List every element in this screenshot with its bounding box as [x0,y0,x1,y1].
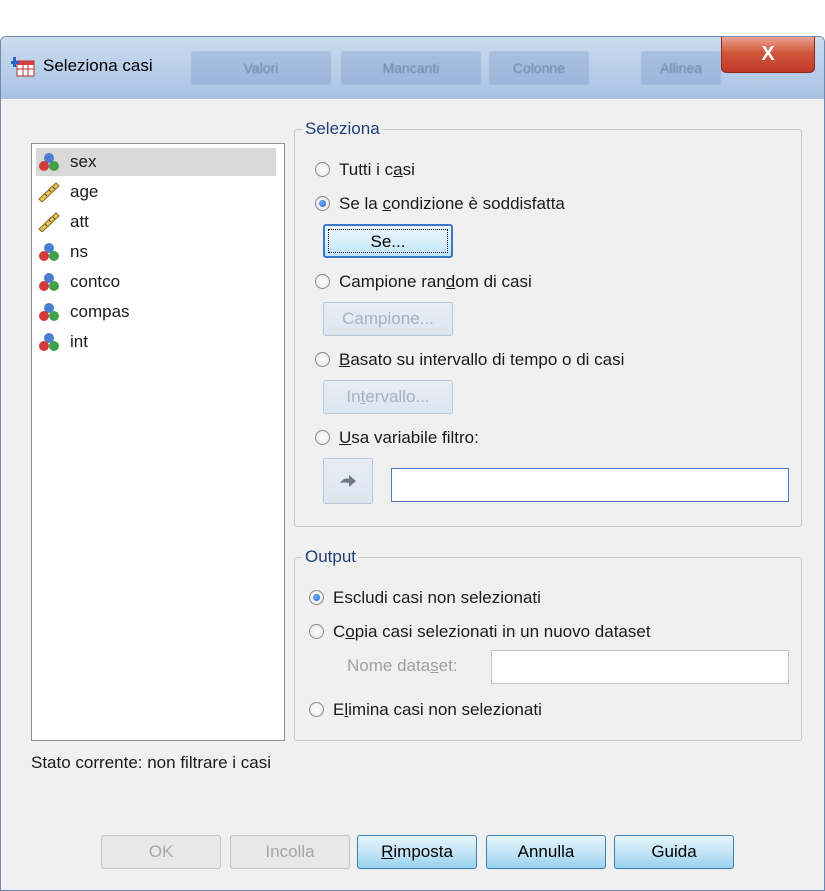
paste-button[interactable]: Incolla [230,835,350,869]
variable-item-int[interactable]: int [36,328,276,356]
variable-item-sex[interactable]: sex [36,148,276,176]
background-header-allinea: Allinea [641,51,721,85]
close-icon: X [761,43,775,65]
nominal-icon [39,273,59,291]
dialog-client: sex age att ns contco compas int Selezio… [9,99,816,889]
ok-button[interactable]: OK [101,835,221,869]
seleziona-group-title: Seleziona [303,119,382,139]
seleziona-group: Seleziona Tutti i casi Se la condizione … [294,119,802,527]
background-header-mancanti: Mancanti [341,51,481,85]
sample-button[interactable]: Campione... [323,302,453,336]
radio-time-range-label: Basato su intervallo di tempo o di casi [339,350,625,369]
variable-list[interactable]: sex age att ns contco compas int [31,143,285,741]
if-button[interactable]: Se... [323,224,453,258]
radio-random-sample-label: Campione random di casi [339,272,532,291]
variable-label: ns [70,242,88,261]
title-bar[interactable]: Valori Mancanti Colonne Allinea Selezion… [1,37,824,99]
output-group-title: Output [303,547,359,567]
variable-label: age [70,182,99,201]
radio-exclude-unselected-label: Escludi casi non selezionati [333,588,541,607]
cancel-button[interactable]: Annulla [486,835,606,869]
variable-label: att [70,212,89,231]
nominal-icon [39,303,59,321]
radio-copy-to-dataset-label: Copia casi selezionati in un nuovo datas… [333,622,651,641]
radio-copy-to-dataset-circle[interactable] [309,624,324,639]
dataset-name-label: Nome dataset: [347,656,458,675]
radio-if-condition-circle[interactable] [315,196,330,211]
radio-filter-variable-circle[interactable] [315,430,330,445]
radio-exclude-unselected-circle[interactable] [309,590,324,605]
radio-time-range-circle[interactable] [315,352,330,367]
variable-label: compas [70,302,130,321]
variable-label: sex [70,152,97,171]
ruler-icon [38,212,60,232]
status-text: Stato corrente: non filtrare i casi [31,753,272,772]
radio-random-sample-circle[interactable] [315,274,330,289]
arrow-right-icon [340,475,356,487]
dataset-name-field[interactable] [491,650,789,684]
app-table-icon [11,57,35,77]
reset-button[interactable]: Rimposta [357,835,477,869]
variable-label: contco [70,272,121,291]
variable-label: int [70,332,88,351]
dialog-window: Valori Mancanti Colonne Allinea Selezion… [0,36,825,891]
ruler-icon [38,182,60,202]
variable-item-age[interactable]: age [36,178,276,206]
window-title: Seleziona casi [43,56,153,75]
radio-all-cases-label: Tutti i casi [339,160,415,179]
nominal-icon [39,333,59,351]
background-header-valori: Valori [191,51,331,85]
background-header-colonne: Colonne [489,51,589,85]
close-button[interactable]: X [721,37,815,73]
variable-item-ns[interactable]: ns [36,238,276,266]
nominal-icon [39,243,59,261]
range-button[interactable]: Intervallo... [323,380,453,414]
variable-item-contco[interactable]: contco [36,268,276,296]
variable-item-compas[interactable]: compas [36,298,276,326]
help-button[interactable]: Guida [614,835,734,869]
radio-if-condition-label: Se la condizione è soddisfatta [339,194,565,213]
radio-delete-unselected-circle[interactable] [309,702,324,717]
nominal-icon [39,153,59,171]
radio-filter-variable-label: Usa variabile filtro: [339,428,479,447]
variable-item-att[interactable]: att [36,208,276,236]
radio-delete-unselected-label: Elimina casi non selezionati [333,700,542,719]
radio-all-cases-circle[interactable] [315,162,330,177]
output-group: Output Escludi casi non selezionati Copi… [294,547,802,741]
move-variable-button[interactable] [323,458,373,504]
filter-variable-field[interactable] [391,468,789,502]
